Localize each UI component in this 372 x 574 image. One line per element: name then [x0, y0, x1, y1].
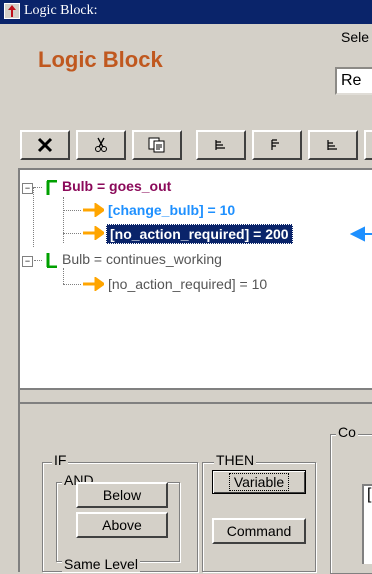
tree-node-condition[interactable]: Bulb = goes_out: [62, 178, 171, 194]
align-top-button[interactable]: [252, 130, 302, 160]
tree-node-action-selected[interactable]: [no_action_required] = 200: [106, 224, 293, 244]
tree-line: [33, 187, 34, 247]
else-bracket-icon: [46, 253, 57, 268]
select-dropdown[interactable]: Re: [335, 67, 372, 95]
tree-line: [63, 197, 64, 243]
cut-scissors-icon: [95, 137, 107, 152]
below-button[interactable]: Below: [76, 482, 168, 508]
cut-button[interactable]: [76, 130, 126, 160]
tree-line: [34, 260, 42, 261]
tree-line: [34, 187, 42, 188]
copy-icon: [148, 137, 165, 153]
tree-line: [63, 284, 81, 285]
tree-node-action[interactable]: [change_bulb] = 10: [108, 202, 235, 218]
if-bracket-icon: [46, 180, 57, 195]
copy-button[interactable]: [132, 130, 182, 160]
variable-button[interactable]: Variable: [212, 470, 306, 494]
window-title: Logic Block:: [24, 3, 98, 18]
align-top-icon: [271, 139, 279, 150]
then-group-label: THEN: [214, 452, 257, 468]
tree-node-action[interactable]: [no_action_required] = 10: [108, 276, 267, 292]
tree-node-condition[interactable]: Bulb = continues_working: [62, 251, 222, 267]
toolbar-more-button[interactable]: [364, 130, 372, 160]
co-group-label: Co: [336, 424, 358, 440]
same-level-label: Same Level: [62, 556, 140, 572]
pointer-arrow-icon: [350, 226, 372, 242]
arrow-right-icon: [83, 203, 104, 217]
align-left-button[interactable]: [196, 130, 246, 160]
select-label: Sele: [341, 29, 370, 45]
variable-button-label: Variable: [228, 473, 290, 491]
tree-line: [63, 233, 81, 234]
delete-x-icon: [37, 137, 53, 153]
co-list[interactable]: [: [362, 484, 372, 564]
align-left-icon: [215, 140, 225, 150]
tree-line: [63, 268, 64, 284]
if-group-label: IF: [52, 452, 69, 468]
collapse-toggle[interactable]: −: [22, 183, 33, 194]
app-icon: [4, 3, 20, 19]
command-button[interactable]: Command: [212, 518, 306, 544]
tree-line: [63, 210, 81, 211]
arrow-right-icon: [83, 226, 104, 240]
delete-button[interactable]: [20, 130, 70, 160]
above-button[interactable]: Above: [76, 512, 168, 538]
align-right-button[interactable]: [308, 130, 358, 160]
page-title: Logic Block: [38, 47, 163, 72]
collapse-toggle[interactable]: −: [22, 256, 33, 267]
arrow-right-icon: [83, 277, 104, 291]
logic-tree[interactable]: − Bulb = goes_out [change_bulb] = 10 [no…: [18, 168, 372, 388]
align-right-icon: [327, 140, 337, 150]
